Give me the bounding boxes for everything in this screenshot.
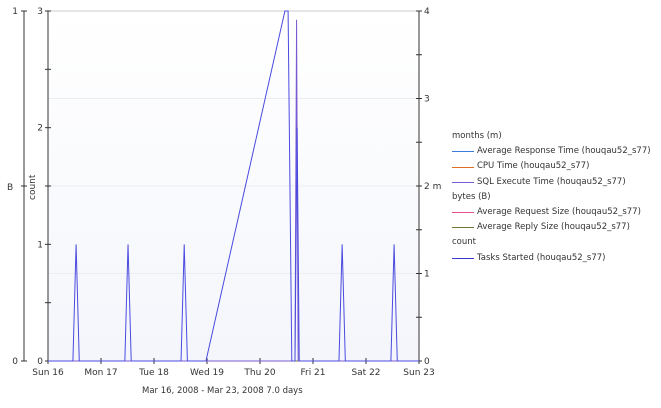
count-tick-label: 1	[37, 240, 43, 250]
count-axis-label: count	[28, 174, 38, 200]
bytes-axis-label: B	[7, 183, 13, 193]
legend-item-label: Average Request Size (houqau52_s77)	[477, 207, 641, 218]
legend-swatch	[452, 151, 474, 153]
legend-group-label: months (m)	[452, 131, 502, 141]
legend-item: Average Reply Size (houqau52_s77)	[452, 220, 651, 235]
count-tick-label: 2	[37, 124, 43, 134]
legend-item: CPU Time (houqau52_s77)	[452, 159, 651, 174]
legend-item-label: SQL Execute Time (houqau52_s77)	[477, 176, 626, 187]
count-tick-label: 0	[37, 357, 43, 367]
x-tick-label: Sat 22	[351, 368, 380, 378]
months-tick-label: 4	[424, 7, 430, 17]
legend-item-label: Tasks Started (houqau52_s77)	[477, 252, 606, 263]
x-tick-label: Tue 18	[138, 368, 169, 378]
legend-group-label: count	[452, 237, 476, 248]
legend: months (m) Average Response Time (houqau5…	[452, 129, 651, 266]
x-tick-label: Wed 19	[190, 368, 224, 378]
date-range: Mar 16, 2008 - Mar 23, 2008 7.0 days	[142, 386, 303, 396]
count-tick-label: 3	[37, 7, 43, 17]
legend-item: SQL Execute Time (houqau52_s77)	[452, 175, 651, 190]
bytes-tick-label: 0	[12, 357, 18, 367]
x-tick-label: Fri 21	[300, 368, 325, 378]
legend-item: Average Response Time (houqau52_s77)	[452, 144, 651, 159]
legend-swatch	[452, 257, 474, 259]
legend-swatch	[452, 227, 474, 229]
chart-root: 0 1 0 1 2 3 0 1 2 m 3 4 Sun 16 Mon 17 Tue 18 Wed 19 Thu…	[0, 0, 661, 404]
legend-item-label: Average Reply Size (houqau52_s77)	[477, 222, 630, 233]
bytes-tick-label: 1	[12, 7, 18, 17]
legend-item: Tasks Started (houqau52_s77)	[452, 251, 651, 266]
legend-group-label: bytes (B)	[452, 191, 491, 202]
x-tick-label: Sun 23	[403, 368, 434, 378]
months-tick-label: 3	[424, 95, 430, 105]
legend-swatch	[452, 181, 474, 183]
x-tick-label: Mon 17	[84, 368, 117, 378]
x-tick-label: Sun 16	[32, 368, 64, 378]
months-tick-label: 2 m	[424, 182, 441, 192]
months-tick-label: 1	[424, 270, 430, 280]
legend-swatch	[452, 166, 474, 168]
months-tick-label: 0	[424, 357, 430, 367]
legend-swatch	[452, 212, 474, 214]
legend-item: Average Request Size (houqau52_s77)	[452, 205, 651, 220]
legend-item-label: Average Response Time (houqau52_s77)	[477, 146, 651, 157]
legend-item-label: CPU Time (houqau52_s77)	[477, 161, 590, 172]
x-tick-label: Thu 20	[243, 368, 275, 378]
